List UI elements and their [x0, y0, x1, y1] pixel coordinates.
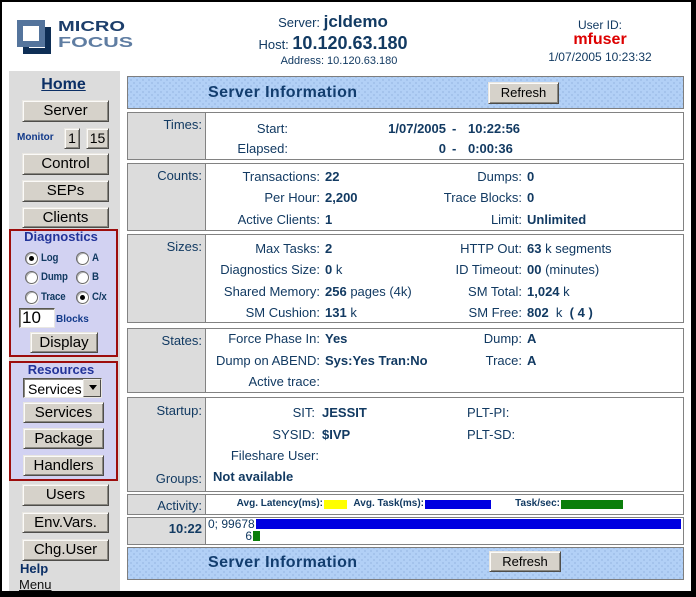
svg-text:FOCUS: FOCUS — [58, 34, 133, 51]
svg-text:MICRO: MICRO — [58, 18, 125, 35]
